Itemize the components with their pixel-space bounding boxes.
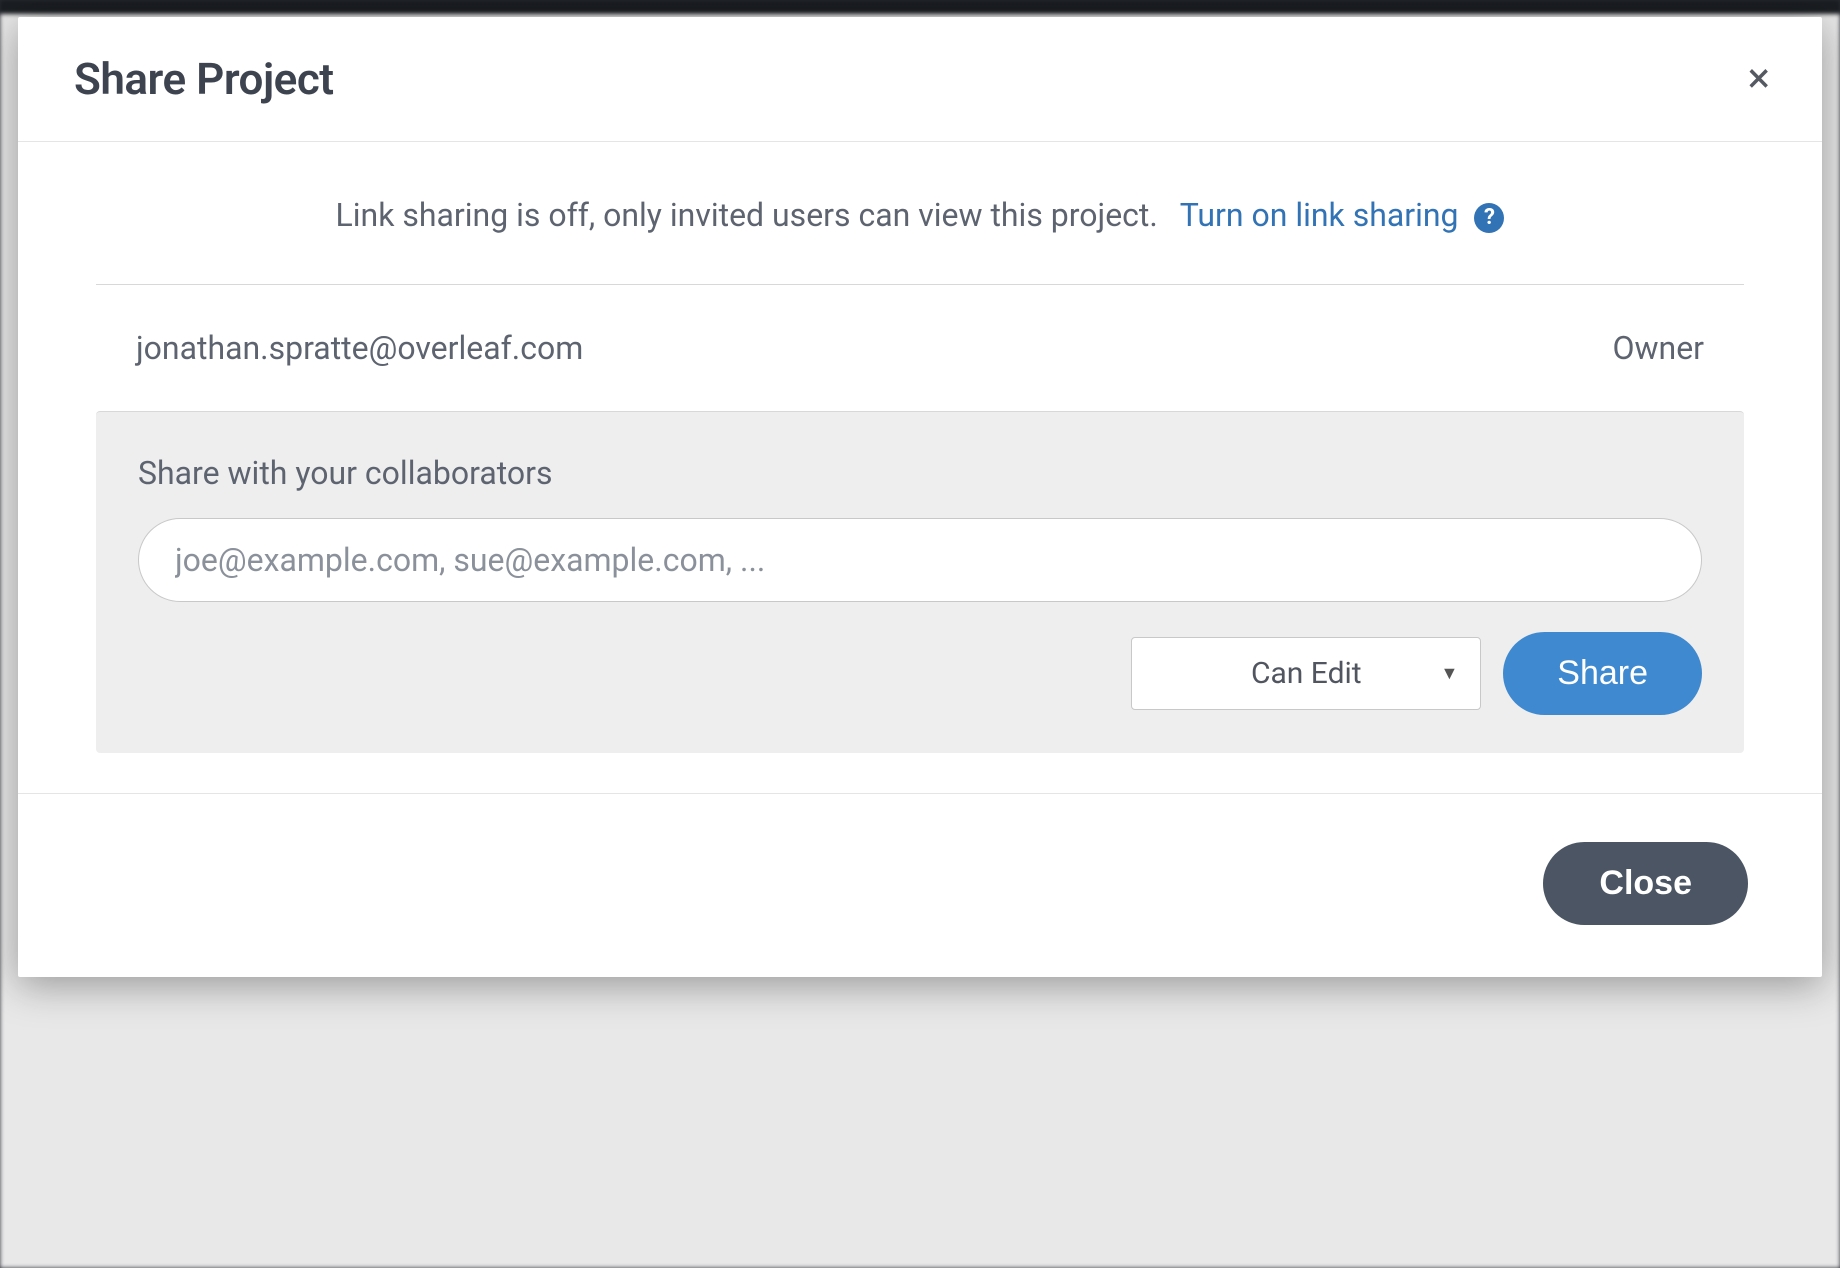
help-icon[interactable]: ? (1474, 203, 1504, 233)
owner-row: jonathan.spratte@overleaf.com Owner (96, 285, 1744, 411)
permission-select[interactable]: Can Edit ▼ (1131, 637, 1481, 710)
share-actions-row: Can Edit ▼ Share (138, 632, 1702, 715)
modal-body: Link sharing is off, only invited users … (18, 142, 1822, 793)
permission-select-label: Can Edit (1188, 656, 1424, 691)
collaborator-email-input[interactable] (138, 518, 1702, 602)
link-sharing-row: Link sharing is off, only invited users … (18, 142, 1822, 284)
modal-header: Share Project × (18, 17, 1822, 142)
close-icon[interactable]: × (1744, 54, 1774, 104)
modal-title: Share Project (74, 53, 334, 105)
owner-email: jonathan.spratte@overleaf.com (136, 329, 583, 367)
close-button[interactable]: Close (1543, 842, 1748, 925)
modal-footer: Close (18, 793, 1822, 977)
owner-role: Owner (1612, 329, 1704, 367)
bg-top-bar (0, 0, 1840, 14)
share-label: Share with your collaborators (138, 454, 1702, 492)
turn-on-link-sharing-link[interactable]: Turn on link sharing (1180, 196, 1459, 234)
share-project-modal: Share Project × Link sharing is off, onl… (18, 17, 1822, 977)
members-section: jonathan.spratte@overleaf.com Owner (96, 284, 1744, 411)
share-with-collaborators-box: Share with your collaborators Can Edit ▼… (96, 411, 1744, 753)
link-sharing-status: Link sharing is off, only invited users … (336, 196, 1158, 234)
chevron-down-icon: ▼ (1440, 663, 1458, 684)
share-button[interactable]: Share (1503, 632, 1702, 715)
